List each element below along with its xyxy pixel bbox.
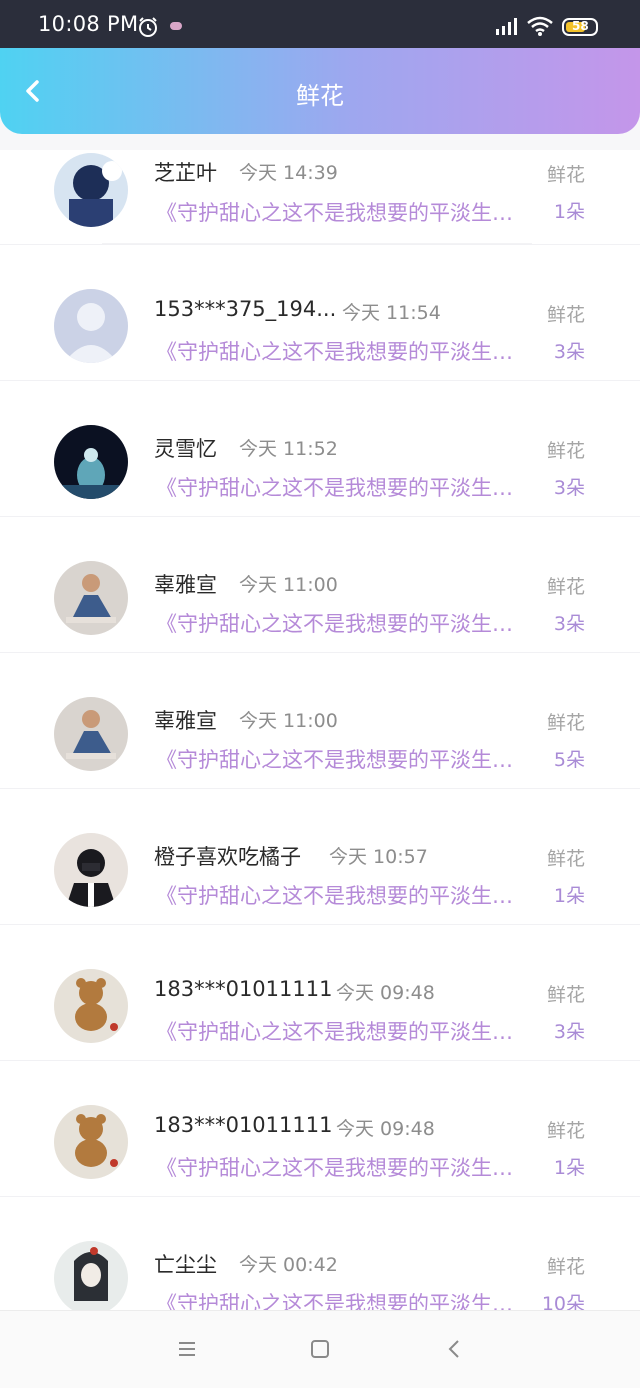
status-bar: 10:08 PM 58 [0, 0, 640, 48]
book-title[interactable]: 《守护甜心之这不是我想要的平淡生活》 [156, 472, 532, 502]
user-name: 亡尘尘 [154, 1253, 217, 1277]
gift-type: 鲜花 [546, 576, 585, 598]
user-name: 橙子喜欢吃橘子 [154, 845, 301, 869]
book-title[interactable]: 《守护甜心之这不是我想要的平淡生活》 [156, 880, 532, 910]
gift-type: 鲜花 [546, 164, 585, 186]
avatar[interactable] [54, 697, 128, 771]
gift-time: 今天 11:00 [239, 710, 338, 732]
gift-type: 鲜花 [546, 1256, 585, 1278]
user-name: 183***01011111 [154, 977, 333, 1001]
avatar[interactable] [54, 1105, 128, 1179]
book-title[interactable]: 《守护甜心之这不是我想要的平淡生活》 [156, 1288, 532, 1310]
menu-icon[interactable] [178, 1341, 196, 1361]
status-time: 10:08 PM [38, 12, 139, 36]
alarm-icon [137, 16, 159, 42]
user-name: 153***375_194... [154, 297, 337, 321]
gift-time: 今天 10:57 [329, 846, 428, 868]
gift-type: 鲜花 [546, 848, 585, 870]
list-item[interactable]: 辜雅宣 今天 11:00 《守护甜心之这不是我想要的平淡生活》 鲜花 3朵 [0, 517, 640, 653]
gift-time: 今天 14:39 [239, 162, 338, 184]
avatar[interactable] [54, 561, 128, 635]
gift-count: 3朵 [553, 1021, 585, 1043]
user-name: 辜雅宣 [154, 709, 217, 733]
gift-count: 3朵 [553, 477, 585, 499]
book-title[interactable]: 《守护甜心之这不是我想要的平淡生活》 [156, 197, 532, 227]
book-title[interactable]: 《守护甜心之这不是我想要的平淡生活》 [156, 744, 532, 774]
gift-time: 今天 11:52 [239, 438, 338, 460]
list-item[interactable]: 灵雪忆 今天 11:52 《守护甜心之这不是我想要的平淡生活》 鲜花 3朵 [0, 381, 640, 517]
list-item[interactable]: 亡尘尘 今天 00:42 《守护甜心之这不是我想要的平淡生活》 鲜花 10朵 [0, 1197, 640, 1310]
flower-list[interactable]: 芝芷叶 今天 14:39 《守护甜心之这不是我想要的平淡生活》 鲜花 1朵 15… [0, 150, 640, 1310]
list-item[interactable]: 辜雅宣 今天 11:00 《守护甜心之这不是我想要的平淡生活》 鲜花 5朵 [0, 653, 640, 789]
page-title: 鲜花 [296, 82, 344, 110]
avatar[interactable] [54, 289, 128, 363]
gift-count: 3朵 [553, 613, 585, 635]
divider [102, 243, 532, 244]
gift-time: 今天 09:48 [336, 1118, 435, 1140]
book-title[interactable]: 《守护甜心之这不是我想要的平淡生活》 [156, 1016, 532, 1046]
gift-count: 5朵 [553, 749, 585, 771]
gift-time: 今天 11:54 [342, 302, 441, 324]
list-item[interactable]: 183***01011111 今天 09:48 《守护甜心之这不是我想要的平淡生… [0, 1061, 640, 1197]
gift-type: 鲜花 [546, 440, 585, 462]
list-item[interactable]: 153***375_194... 今天 11:54 《守护甜心之这不是我想要的平… [0, 245, 640, 381]
back-icon[interactable] [447, 1340, 461, 1362]
book-title[interactable]: 《守护甜心之这不是我想要的平淡生活》 [156, 608, 532, 638]
gift-count: 10朵 [541, 1293, 585, 1310]
gift-time: 今天 00:42 [239, 1254, 338, 1276]
system-nav-bar [0, 1310, 640, 1388]
list-item[interactable]: 橙子喜欢吃橘子 今天 10:57 《守护甜心之这不是我想要的平淡生活》 鲜花 1… [0, 789, 640, 925]
user-name: 芝芷叶 [154, 161, 217, 185]
avatar[interactable] [54, 833, 128, 907]
gift-count: 1朵 [553, 885, 585, 907]
avatar[interactable] [54, 153, 128, 227]
signal-icon [494, 16, 520, 40]
user-name: 183***01011111 [154, 1113, 333, 1137]
book-title[interactable]: 《守护甜心之这不是我想要的平淡生活》 [156, 336, 532, 366]
notification-dot-icon [170, 22, 182, 30]
gift-count: 1朵 [553, 1157, 585, 1179]
wifi-icon [527, 15, 553, 41]
avatar[interactable] [54, 969, 128, 1043]
book-title[interactable]: 《守护甜心之这不是我想要的平淡生活》 [156, 1152, 532, 1182]
avatar[interactable] [54, 1241, 128, 1310]
gift-count: 3朵 [553, 341, 585, 363]
gift-time: 今天 09:48 [336, 982, 435, 1004]
gift-type: 鲜花 [546, 712, 585, 734]
user-name: 辜雅宣 [154, 573, 217, 597]
list-item[interactable]: 芝芷叶 今天 14:39 《守护甜心之这不是我想要的平淡生活》 鲜花 1朵 [0, 150, 640, 245]
home-icon[interactable] [311, 1340, 329, 1362]
battery-icon: 58 [562, 18, 598, 36]
avatar[interactable] [54, 425, 128, 499]
gift-type: 鲜花 [546, 984, 585, 1006]
gift-count: 1朵 [553, 201, 585, 223]
user-name: 灵雪忆 [154, 437, 217, 461]
gift-type: 鲜花 [546, 304, 585, 326]
gift-time: 今天 11:00 [239, 574, 338, 596]
header: 鲜花 [0, 48, 640, 134]
gift-type: 鲜花 [546, 1120, 585, 1142]
list-item[interactable]: 183***01011111 今天 09:48 《守护甜心之这不是我想要的平淡生… [0, 925, 640, 1061]
battery-level: 58 [572, 19, 589, 33]
